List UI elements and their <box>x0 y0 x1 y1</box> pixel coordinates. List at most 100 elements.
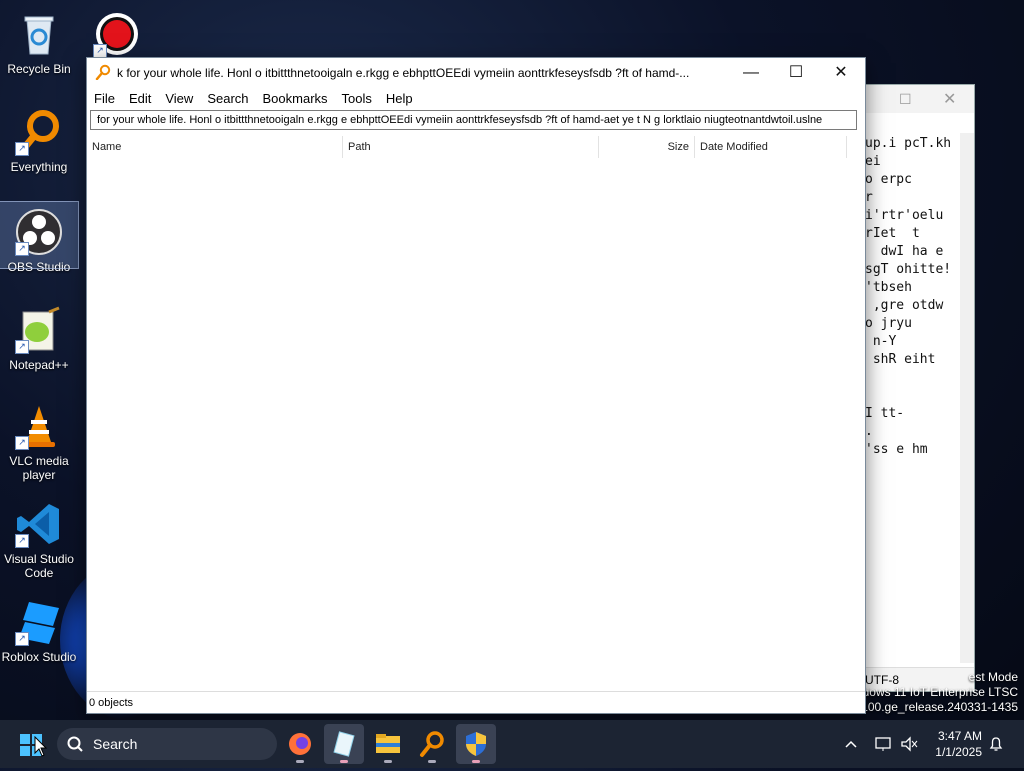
recycle-bin-icon <box>15 10 63 58</box>
notepadpp-icon: ↗ <box>15 306 63 354</box>
menu-file[interactable]: File <box>87 88 122 110</box>
text-line: shR eiht <box>865 352 936 367</box>
text-line: o jryu <box>865 316 912 331</box>
minimize-button[interactable]: — <box>728 58 774 88</box>
text-line: n-Y <box>865 334 897 349</box>
menu-bar: File Edit View Search Bookmarks Tools Help <box>87 88 865 110</box>
volume-muted-icon[interactable] <box>900 734 918 757</box>
search-label: Search <box>93 736 138 752</box>
text-line: I tt- <box>865 406 905 421</box>
column-header-name[interactable]: Name <box>87 136 343 158</box>
taskbar-security-app[interactable] <box>456 724 496 764</box>
clock-date: 1/1/2025 <box>935 745 982 759</box>
desktop-icon-vlc[interactable]: ↗ VLC media player <box>0 396 78 482</box>
title-bar[interactable]: k for your whole life. Honl o itbittthne… <box>87 58 865 88</box>
column-header-size[interactable]: Size <box>599 136 695 158</box>
background-notepad-window[interactable]: ☐ ✕ up.i pcT.kh ei o erpc r i'rtr'oelu rIet t… <box>858 84 975 692</box>
menu-tools[interactable]: Tools <box>335 88 379 110</box>
text-line <box>865 387 951 405</box>
desktop-icon-obs-studio[interactable]: ↗ OBS Studio <box>0 201 79 274</box>
text-line <box>865 369 951 387</box>
desktop-icon-everything[interactable]: ↗ Everything <box>0 102 78 174</box>
column-headers: Name Path Size Date Modified <box>87 136 847 158</box>
text-line: 'ss e hm <box>865 442 928 457</box>
menu-view[interactable]: View <box>158 88 200 110</box>
desktop-icon-label: Roblox Studio <box>1 650 77 664</box>
taskbar-notepad[interactable] <box>324 724 364 764</box>
notepad-icon <box>333 731 355 757</box>
text-line: up.i pcT.kh <box>865 136 952 151</box>
firefox-icon <box>289 733 311 755</box>
search-input[interactable]: for your whole life. Honl o itbittthneto… <box>90 110 857 130</box>
desktop-icon-notepadpp[interactable]: ↗ Notepad++ <box>0 300 78 372</box>
taskbar-file-explorer[interactable] <box>368 724 408 764</box>
folder-icon <box>376 734 400 753</box>
maximize-icon[interactable]: ☐ <box>899 91 912 108</box>
menu-help[interactable]: Help <box>379 88 420 110</box>
running-indicator <box>296 760 304 763</box>
roblox-studio-icon: ↗ <box>15 598 63 646</box>
desktop-icon-label: Notepad++ <box>9 358 69 372</box>
everything-icon: ↗ <box>15 108 63 156</box>
shortcut-arrow-icon: ↗ <box>15 242 29 256</box>
column-header-path[interactable]: Path <box>343 136 599 158</box>
text-line: ei <box>865 154 881 169</box>
desktop-icon-vscode[interactable]: ↗ Visual Studio Code <box>0 494 78 580</box>
desktop-icon-label: Recycle Bin <box>7 62 71 76</box>
desktop-icon-label: OBS Studio <box>7 260 71 274</box>
shortcut-arrow-icon: ↗ <box>93 44 107 58</box>
shortcut-arrow-icon: ↗ <box>15 142 29 156</box>
search-icon <box>67 728 83 771</box>
clock[interactable]: 3:47 AM 1/1/2025 <box>930 728 982 760</box>
shortcut-arrow-icon: ↗ <box>15 534 29 548</box>
notification-bell-icon[interactable] <box>988 734 1004 757</box>
everything-icon <box>420 731 444 757</box>
shortcut-arrow-icon: ↗ <box>15 340 29 354</box>
menu-edit[interactable]: Edit <box>122 88 158 110</box>
close-icon[interactable]: ✕ <box>943 89 956 109</box>
status-bar: 0 objects <box>87 691 865 713</box>
vertical-scrollbar[interactable] <box>960 133 974 663</box>
menu-bookmarks[interactable]: Bookmarks <box>256 88 335 110</box>
text-line: 'tbseh <box>865 280 912 295</box>
close-button[interactable]: ✕ <box>818 58 864 88</box>
record-icon: ↗ <box>93 10 141 58</box>
shield-icon <box>466 732 486 756</box>
watermark-line: d26100.ge_release.240331-1435 <box>841 700 1018 714</box>
desktop-icon-recycle-bin[interactable]: Recycle Bin <box>0 4 78 76</box>
text-line: i'rtr'oelu <box>865 208 944 223</box>
test-mode-watermark: est Mode ndows 11 IoT Enterprise LTSC d2… <box>841 670 1018 715</box>
shortcut-arrow-icon: ↗ <box>15 436 29 450</box>
vlc-cone-icon: ↗ <box>15 402 63 450</box>
desktop-icon-label: Visual Studio Code <box>4 552 74 580</box>
text-content[interactable]: up.i pcT.kh ei o erpc r i'rtr'oelu rIet t dwI… <box>865 135 951 459</box>
running-indicator <box>428 760 436 763</box>
window-title: k for your whole life. Honl o itbittthne… <box>117 66 690 80</box>
text-line: o erpc <box>865 172 912 187</box>
text-line: . <box>865 424 873 439</box>
running-indicator <box>472 760 480 763</box>
maximize-button[interactable]: ☐ <box>773 58 819 88</box>
title-bar: ☐ ✕ <box>859 85 974 113</box>
taskbar-firefox[interactable] <box>280 724 320 764</box>
running-indicator <box>340 760 348 763</box>
running-indicator <box>384 760 392 763</box>
menu-search[interactable]: Search <box>200 88 255 110</box>
watermark-line: ndows 11 IoT Enterprise LTSC <box>855 685 1018 699</box>
text-line: r <box>865 190 873 205</box>
desktop-icon-recorder[interactable]: ↗ <box>78 4 156 62</box>
taskbar-search-box[interactable]: Search <box>57 728 277 760</box>
text-line: sgT ohitte! <box>865 262 952 277</box>
everything-window[interactable]: k for your whole life. Honl o itbittthne… <box>86 57 866 714</box>
watermark-line: est Mode <box>968 670 1018 684</box>
desktop-icon-label: Everything <box>10 160 68 174</box>
column-header-date-modified[interactable]: Date Modified <box>695 136 847 158</box>
desktop-icon-roblox-studio[interactable]: ↗ Roblox Studio <box>0 592 78 664</box>
text-line: dwI ha e <box>865 244 944 259</box>
taskbar-everything[interactable] <box>412 724 452 764</box>
taskbar: Search 3:47 AM 1/1/2025 <box>0 720 1024 768</box>
clock-time: 3:47 AM <box>937 729 982 743</box>
chevron-up-icon[interactable] <box>844 734 858 757</box>
network-icon[interactable] <box>874 734 892 757</box>
obs-icon: ↗ <box>15 208 63 256</box>
